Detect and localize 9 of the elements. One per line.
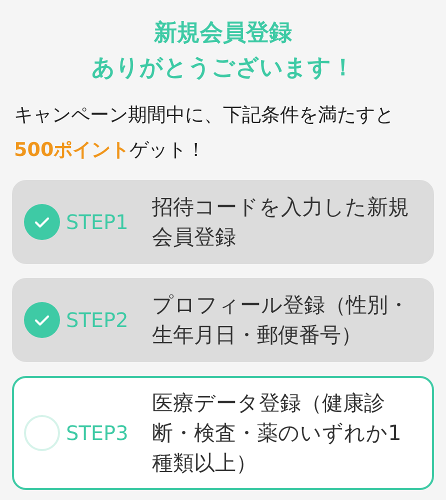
step-description: 医療データ登録（健康診断・検査・薬のいずれか1種類以上） xyxy=(152,390,402,477)
step-label: STEP1 xyxy=(66,210,130,234)
step-label: STEP2 xyxy=(66,308,130,332)
heading-text: 新規会員登録 xyxy=(154,19,292,48)
intro-text: キャンペーン期間中に、下記条件を満たすと500ポイントゲット！ xyxy=(13,103,395,163)
step-label: STEP3 xyxy=(66,421,130,445)
step-description: 招待コードを入力した新規会員登録 xyxy=(152,194,410,251)
step-description: プロフィール登録（性別・生年月日・郵便番号） xyxy=(152,292,410,349)
heading-text: ありがとうございます！ xyxy=(92,54,354,83)
